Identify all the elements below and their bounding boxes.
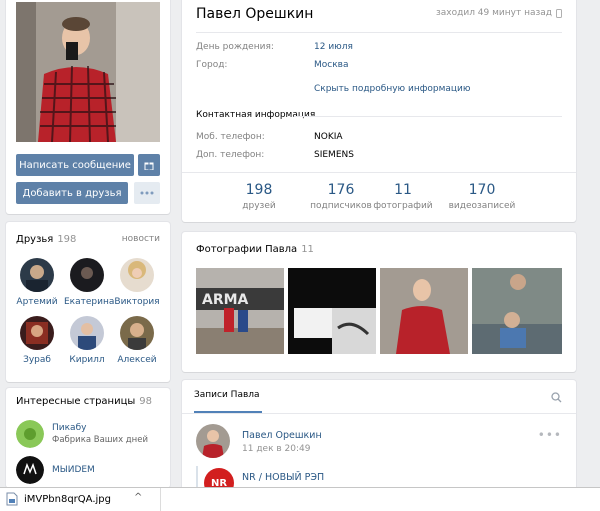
page-item[interactable]: Пикабу Фабрика Ваших дней (16, 420, 148, 448)
photo-thumb[interactable]: ARMA (196, 268, 284, 354)
friend-item[interactable]: Виктория (114, 258, 160, 307)
photo-image (288, 268, 376, 354)
download-item[interactable]: iMVPbn8qrQA.jpg (6, 492, 111, 506)
post-author-link[interactable]: Павел Орешкин (242, 430, 322, 441)
download-filename: iMVPbn8qrQA.jpg (24, 493, 111, 505)
add-friend-button[interactable]: Добавить в друзья (16, 182, 128, 204)
divider (196, 32, 562, 33)
photo-thumb[interactable] (380, 268, 468, 354)
interesting-pages-block: Интересные страницы 98 Пикабу Фабрика Ваш… (6, 388, 170, 488)
city-link[interactable]: Москва (314, 60, 348, 70)
friend-avatar (20, 258, 54, 292)
page-title: Павел Орешкин (196, 6, 314, 22)
friend-avatar (120, 316, 154, 350)
friend-avatar (70, 316, 104, 350)
gift-icon (144, 162, 154, 170)
photo-image (472, 268, 562, 354)
profile-photo-image (16, 2, 160, 142)
search-icon[interactable] (551, 392, 562, 403)
friend-item[interactable]: Зураб (14, 316, 60, 365)
friends-count: 198 (57, 234, 77, 245)
profile-info-card: Павел Орешкин заходил 49 минут назад Ден… (182, 0, 576, 222)
info-row-extra-phone: Доп. телефон: SIEMENS (196, 150, 354, 160)
pikabu-logo-icon (16, 420, 44, 448)
send-message-button[interactable]: Написать сообщение (16, 154, 134, 176)
divider (160, 488, 161, 511)
friend-item[interactable]: Екатерина (64, 258, 114, 307)
post-date[interactable]: 11 дек в 20:49 (242, 444, 310, 454)
download-bar: iMVPbn8qrQA.jpg ^ (0, 487, 600, 511)
friend-item[interactable]: Кирилл (64, 316, 110, 365)
wall-block: Записи Павла Павел Орешкин 11 дек в 20:4… (182, 380, 576, 500)
divider (182, 172, 576, 173)
pages-count: 98 (139, 396, 153, 407)
toggle-details-link[interactable]: Скрыть подробную информацию (314, 84, 470, 94)
photo-thumb[interactable] (472, 268, 562, 354)
birthday-link[interactable]: 12 июля (314, 42, 353, 52)
friends-block: Друзья 198 новости Артемий Екатерина Викт… (6, 222, 170, 382)
friend-item[interactable]: Алексей (114, 316, 160, 365)
info-row-city: Город: Москва (196, 60, 349, 70)
gift-button[interactable] (138, 154, 160, 176)
info-row-mobile: Моб. телефон: NOKIA (196, 132, 343, 142)
myidem-logo-icon (16, 456, 44, 484)
friend-avatar (20, 316, 54, 350)
add-friend-label: Добавить в друзья (22, 187, 122, 199)
pages-title[interactable]: Интересные страницы 98 (16, 396, 152, 407)
friends-news-link[interactable]: новости (122, 234, 160, 244)
repost-source-link[interactable]: NR / НОВЫЙ РЭП (242, 472, 324, 483)
photos-block: Фотографии Павла 11 ARMA (182, 232, 576, 372)
avatar-card: Написать сообщение Добавить в друзья (6, 0, 170, 214)
photo-image: ARMA (196, 268, 284, 354)
more-actions-button[interactable] (134, 182, 160, 204)
photos-title[interactable]: Фотографии Павла 11 (196, 244, 314, 255)
divider (182, 413, 576, 414)
post-author-avatar[interactable] (196, 424, 230, 458)
image-file-icon (6, 492, 18, 506)
counter-photos[interactable]: 11 фотографий (358, 182, 448, 211)
download-options-chevron-icon[interactable]: ^ (134, 492, 142, 503)
friend-item[interactable]: Артемий (14, 258, 60, 307)
more-dots-icon (140, 191, 154, 195)
photo-image (380, 268, 468, 354)
friend-avatar (70, 258, 104, 292)
contact-info-title: Контактная информация (196, 110, 316, 120)
send-message-label: Написать сообщение (19, 159, 131, 171)
mobile-icon (556, 8, 562, 18)
counter-videos[interactable]: 170 видеозаписей (437, 182, 527, 211)
online-status: заходил 49 минут назад (436, 8, 562, 18)
divider (294, 116, 562, 117)
friend-avatar (120, 258, 154, 292)
tab-wall-posts[interactable]: Записи Павла (194, 390, 260, 400)
page-item[interactable]: МЫИDEM (16, 456, 95, 484)
photo-thumb[interactable] (288, 268, 376, 354)
post-menu-icon[interactable]: ••• (538, 428, 562, 442)
counter-friends[interactable]: 198 друзей (214, 182, 304, 211)
photos-count: 11 (301, 244, 314, 255)
profile-photo[interactable] (16, 2, 160, 142)
svg-text:ARMA: ARMA (202, 292, 249, 308)
friends-title[interactable]: Друзья 198 (16, 234, 76, 245)
info-row-birthday: День рождения: 12 июля (196, 42, 353, 52)
